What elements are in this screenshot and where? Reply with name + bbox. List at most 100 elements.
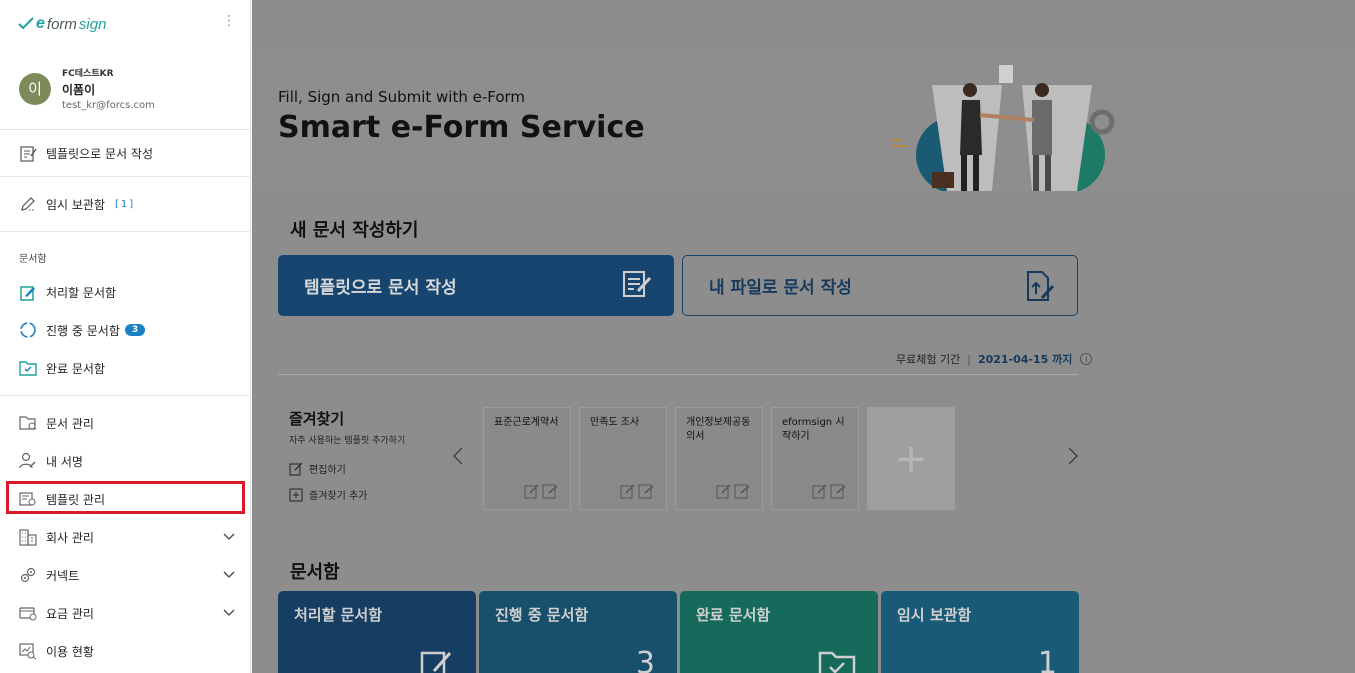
inbox-edit-icon xyxy=(19,283,37,301)
billing-card-icon xyxy=(19,604,37,622)
sidebar-item-connect[interactable]: 커넥트 xyxy=(0,556,250,594)
sidebar-item-inbox[interactable]: 처리할 문서함 xyxy=(0,273,250,311)
create-from-template-button[interactable]: 템플릿으로 문서 작성 xyxy=(278,255,674,316)
hero-title: Smart e-Form Service xyxy=(278,110,645,145)
user-signature-icon xyxy=(19,452,37,470)
management-block: 문서 관리 내 서명 템플릿 관리 회사 관리 커넥트 요금 관리 이용 현황 xyxy=(0,396,250,670)
favorite-card[interactable]: 표준근로계약서 xyxy=(483,407,571,510)
sidebar-item-label: 문서 관리 xyxy=(46,416,94,431)
folder-gear-icon xyxy=(19,414,37,432)
favorite-card-title: 만족도 조사 xyxy=(590,417,640,428)
sidebar-item-label: 회사 관리 xyxy=(46,530,94,545)
logo-row: e form sign ⋮ xyxy=(0,0,250,48)
add-favorite-card[interactable]: + xyxy=(867,407,955,510)
user-email: test_kr@forcs.com xyxy=(62,100,155,111)
tile-in-progress[interactable]: 진행 중 문서함 3 xyxy=(479,591,677,673)
logo-check-icon xyxy=(18,17,34,30)
tile-count: 3 xyxy=(635,646,655,673)
sidebar-item-label: 템플릿으로 문서 작성 xyxy=(46,146,153,161)
favorites-add-button[interactable]: 즐겨찾기 추가 xyxy=(289,487,367,502)
user-name: 이폼이 xyxy=(62,83,96,97)
folder-check-icon xyxy=(818,651,856,673)
document-box-heading: 문서함 xyxy=(290,562,340,583)
chevron-down-icon[interactable] xyxy=(223,568,235,582)
new-document-heading: 새 문서 작성하기 xyxy=(290,220,419,241)
tile-drafts[interactable]: 임시 보관함 1 xyxy=(881,591,1079,673)
sidebar-item-label: 진행 중 문서함 xyxy=(46,323,120,338)
carousel-next-icon[interactable] xyxy=(1067,446,1079,471)
favorites-edit-button[interactable]: 편집하기 xyxy=(289,461,346,476)
logo-e: e xyxy=(36,15,45,32)
drafts-count: [1] xyxy=(115,198,136,210)
create-block: 템플릿으로 문서 작성 xyxy=(0,130,250,177)
sidebar: e form sign ⋮ 이 FC테스트KR 이폼이 test_kr@forcs.… xyxy=(0,0,251,673)
logo-sign: sign xyxy=(78,15,107,33)
drafts-block: 임시 보관함 [1] xyxy=(0,177,250,232)
tile-label: 완료 문서함 xyxy=(696,606,771,624)
card-action-icons[interactable] xyxy=(620,483,656,499)
connect-gears-icon xyxy=(19,566,37,584)
sidebar-item-create-template[interactable]: 템플릿으로 문서 작성 xyxy=(0,134,250,172)
sidebar-item-label: 내 서명 xyxy=(46,454,83,469)
avatar: 이 xyxy=(19,72,51,105)
trial-date: 2021-04-15 까지 xyxy=(977,353,1073,366)
hero-banner: Fill, Sign and Submit with e-Form Smart … xyxy=(252,48,1355,191)
section-title-documents: 문서함 xyxy=(19,254,47,265)
favorite-card[interactable]: eformsign 시작하기 xyxy=(771,407,859,510)
more-menu-icon[interactable]: ⋮ xyxy=(222,14,236,28)
top-bar xyxy=(252,0,1355,48)
handshake-illustration-icon xyxy=(892,65,1115,191)
chevron-down-icon[interactable] xyxy=(223,606,235,620)
favorite-card[interactable]: 개인정보제공동의서 xyxy=(675,407,763,510)
sidebar-item-label: 이용 현황 xyxy=(46,644,94,659)
template-manage-highlight xyxy=(6,481,245,514)
tile-label: 임시 보관함 xyxy=(897,606,972,624)
button-label: 템플릿으로 문서 작성 xyxy=(304,278,457,298)
edit-icon xyxy=(289,461,303,476)
sidebar-item-usage[interactable]: 이용 현황 xyxy=(0,632,250,670)
card-action-icons[interactable] xyxy=(812,483,848,499)
card-action-icons[interactable] xyxy=(524,483,560,499)
usage-chart-icon xyxy=(19,642,37,660)
chevron-down-icon[interactable] xyxy=(223,530,235,544)
trial-period: 무료체험 기간 | 2021-04-15 까지 i xyxy=(896,351,1093,367)
sidebar-item-label: 요금 관리 xyxy=(46,606,94,621)
favorite-card-title: 개인정보제공동의서 xyxy=(686,417,751,442)
sidebar-item-my-signature[interactable]: 내 서명 xyxy=(0,442,250,480)
tile-label: 진행 중 문서함 xyxy=(495,606,589,624)
building-icon xyxy=(19,528,37,546)
info-icon[interactable]: i xyxy=(1080,353,1093,365)
sidebar-item-label: 임시 보관함 xyxy=(46,197,106,212)
hero-subtitle: Fill, Sign and Submit with e-Form xyxy=(278,88,526,106)
favorites-add-label: 즐겨찾기 추가 xyxy=(309,491,368,502)
tile-inbox[interactable]: 처리할 문서함 xyxy=(278,591,476,673)
card-action-icons[interactable] xyxy=(716,483,752,499)
add-square-icon xyxy=(289,487,303,502)
create-from-file-button[interactable]: 내 파일로 문서 작성 xyxy=(682,255,1078,316)
sidebar-item-label: 커넥트 xyxy=(46,568,80,583)
favorites-subtitle: 자주 사용하는 템플릿 추가하기 xyxy=(289,436,406,446)
sidebar-item-label: 처리할 문서함 xyxy=(46,285,117,300)
sidebar-item-doc-manage[interactable]: 문서 관리 xyxy=(0,404,250,442)
tile-count: 1 xyxy=(1037,646,1057,673)
sidebar-item-company-manage[interactable]: 회사 관리 xyxy=(0,518,250,556)
eformsign-logo[interactable]: e form sign xyxy=(18,15,106,33)
user-profile[interactable]: 이 FC테스트KR 이폼이 test_kr@forcs.com xyxy=(0,48,250,130)
company-name: FC테스트KR xyxy=(62,69,114,79)
documents-block: 문서함 처리할 문서함 진행 중 문서함 3 완료 문서함 xyxy=(0,232,250,396)
favorite-card[interactable]: 만족도 조사 xyxy=(579,407,667,510)
sidebar-item-billing[interactable]: 요금 관리 xyxy=(0,594,250,632)
write-document-icon xyxy=(623,271,652,297)
sidebar-item-drafts[interactable]: 임시 보관함 [1] xyxy=(0,185,250,223)
dashboard-content: 새 문서 작성하기 템플릿으로 문서 작성 내 파일로 문서 작성 무료체험 기… xyxy=(252,191,1355,673)
sidebar-item-in-progress[interactable]: 진행 중 문서함 3 xyxy=(0,311,250,349)
favorite-card-title: 표준근로계약서 xyxy=(494,417,559,428)
favorites-edit-label: 편집하기 xyxy=(309,465,346,476)
main-content: Fill, Sign and Submit with e-Form Smart … xyxy=(252,0,1355,673)
folder-check-icon xyxy=(19,359,37,377)
carousel-prev-icon[interactable] xyxy=(452,446,464,471)
tile-completed[interactable]: 완료 문서함 xyxy=(680,591,878,673)
trial-label: 무료체험 기간 xyxy=(896,353,961,366)
sidebar-item-completed[interactable]: 완료 문서함 xyxy=(0,349,250,387)
tile-label: 처리할 문서함 xyxy=(294,606,383,624)
